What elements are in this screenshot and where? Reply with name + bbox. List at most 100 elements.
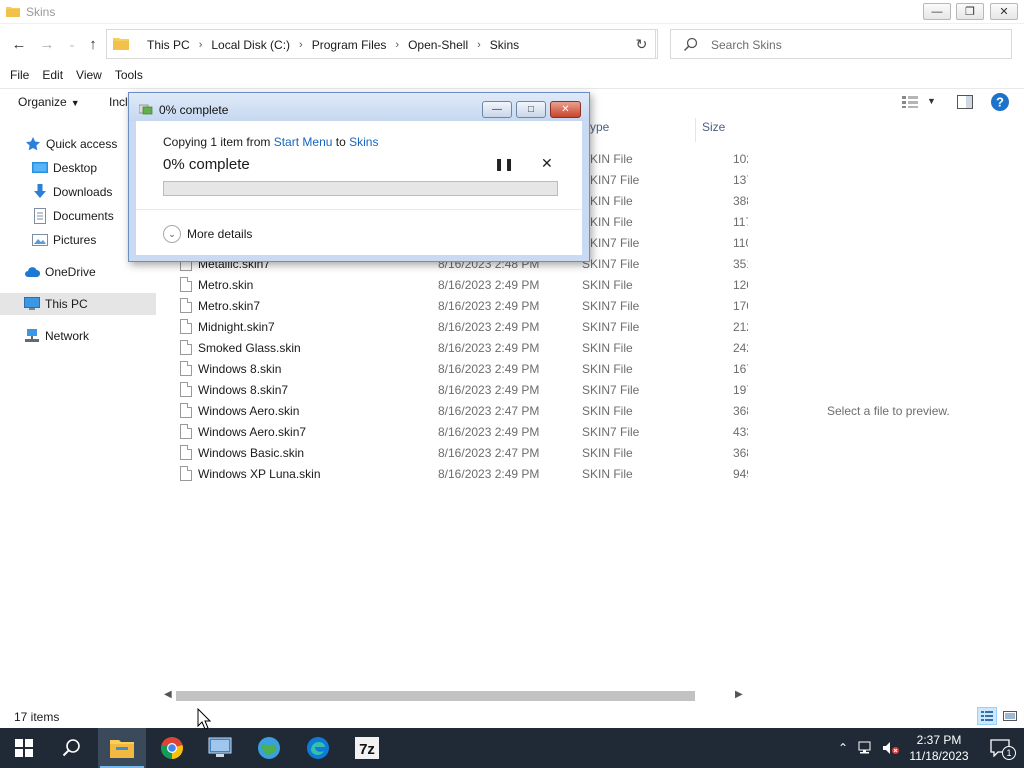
dialog-title: 0% complete	[159, 103, 229, 117]
taskbar-remote-desktop[interactable]	[196, 728, 244, 768]
restore-button[interactable]: ❐	[956, 3, 984, 20]
back-button[interactable]: ←	[9, 34, 29, 54]
table-row[interactable]: Windows 8.skin7 8/16/2023 2:49 PM SKIN7 Fi…	[160, 379, 748, 400]
close-button[interactable]: ✕	[990, 3, 1018, 20]
breadcrumb-local-disk[interactable]: Local Disk (C:)	[211, 38, 290, 52]
table-row[interactable]: Metro.skin7 8/16/2023 2:49 PM SKIN7 File 17…	[160, 295, 748, 316]
file-size: 242	[733, 341, 748, 355]
more-details-label: More details	[187, 227, 253, 241]
volume-muted-icon[interactable]	[882, 741, 900, 755]
menu-view[interactable]: View	[76, 66, 111, 86]
organize-button[interactable]: Organize ▼	[18, 95, 80, 109]
breadcrumb-separator-icon[interactable]: ›	[395, 39, 399, 51]
dialog-minimize-button[interactable]: —	[482, 101, 512, 118]
file-date: 8/16/2023 2:49 PM	[438, 467, 540, 481]
breadcrumb-skins[interactable]: Skins	[490, 38, 519, 52]
file-name: Smoked Glass.skin	[198, 341, 301, 355]
dialog-maximize-button[interactable]: □	[516, 101, 546, 118]
file-size: 388	[733, 194, 748, 208]
column-header-type[interactable]: ype	[590, 120, 609, 140]
folder-icon	[6, 7, 20, 17]
notification-count: 1	[1002, 746, 1016, 760]
file-size: 212	[733, 320, 748, 334]
help-icon[interactable]: ?	[991, 93, 1009, 111]
table-row[interactable]: Midnight.skin7 8/16/2023 2:49 PM SKIN7 Fil…	[160, 316, 748, 337]
network-icon[interactable]	[858, 741, 874, 755]
destination-link[interactable]: Skins	[349, 135, 378, 149]
clock-time: 2:37 PM	[916, 733, 962, 747]
show-hidden-icons-icon[interactable]: ⌃	[838, 741, 848, 755]
search-input[interactable]	[711, 36, 1001, 54]
details-view-button[interactable]	[977, 707, 997, 725]
scroll-left-icon[interactable]: ◀	[164, 689, 172, 700]
nav-this-pc[interactable]: This PC	[0, 293, 156, 315]
scrollbar-thumb[interactable]	[176, 691, 695, 701]
breadcrumb-separator-icon[interactable]: ›	[477, 39, 481, 51]
nav-onedrive[interactable]: OneDrive	[0, 261, 156, 283]
file-icon	[180, 424, 192, 439]
table-row[interactable]: Windows Basic.skin 8/16/2023 2:47 PM SKIN …	[160, 442, 748, 463]
copy-to: to	[335, 135, 346, 149]
more-details-button[interactable]: ⌄ More details	[163, 225, 252, 243]
file-name: Metro.skin	[198, 278, 254, 292]
file-icon	[180, 319, 192, 334]
menu-tools[interactable]: Tools	[115, 66, 152, 86]
file-size: 167	[733, 362, 748, 376]
source-link[interactable]: Start Menu	[274, 135, 333, 149]
up-arrow-icon: ↑	[89, 35, 97, 53]
breadcrumb-separator-icon[interactable]: ›	[199, 39, 203, 51]
breadcrumb-program-files[interactable]: Program Files	[312, 38, 387, 52]
table-row[interactable]: Windows XP Luna.skin 8/16/2023 2:49 PM SKI…	[160, 463, 748, 484]
menu-edit[interactable]: Edit	[42, 66, 72, 86]
star-icon	[26, 137, 40, 151]
view-options-icon[interactable]	[902, 96, 918, 108]
forward-arrow-icon: →	[39, 35, 55, 53]
file-icon	[180, 403, 192, 418]
taskbar-clock[interactable]: 2:37 PM 11/18/2023	[905, 732, 973, 764]
taskbar-app-globe[interactable]	[245, 728, 293, 768]
address-bar[interactable]: This PC › Local Disk (C:) › Program File…	[106, 29, 716, 59]
forward-button[interactable]: →	[37, 34, 57, 54]
taskbar-7zip[interactable]: 7z	[343, 728, 391, 768]
taskbar-search-button[interactable]	[48, 728, 96, 768]
pause-icon[interactable]: ❚❚	[494, 157, 514, 171]
file-type: SKIN7 File	[582, 320, 640, 334]
view-options-dropdown-icon[interactable]: ▼	[927, 96, 936, 106]
cloud-icon	[25, 267, 40, 278]
table-row[interactable]: Windows 8.skin 8/16/2023 2:49 PM SKIN File…	[160, 358, 748, 379]
file-name: Windows XP Luna.skin	[198, 467, 321, 481]
nav-label: Network	[45, 329, 90, 343]
scroll-right-icon[interactable]: ▶	[735, 689, 743, 700]
horizontal-scrollbar[interactable]: ◀ ▶	[160, 688, 748, 704]
taskbar-edge[interactable]	[294, 728, 342, 768]
refresh-button[interactable]: ↻	[628, 29, 656, 59]
breadcrumb-this-pc[interactable]: This PC	[147, 38, 190, 52]
dialog-title-bar[interactable]: 0% complete — □ ✕	[129, 93, 589, 121]
document-icon	[34, 208, 46, 224]
action-center-button[interactable]: 1	[976, 728, 1024, 768]
search-box[interactable]	[670, 29, 1012, 59]
menu-file[interactable]: File	[10, 66, 38, 86]
maximize-icon: □	[527, 104, 535, 115]
nav-network[interactable]: Network	[0, 325, 156, 347]
stop-icon[interactable]: ✕	[541, 155, 553, 172]
taskbar-chrome[interactable]	[148, 728, 196, 768]
column-header-size[interactable]: Size	[702, 120, 725, 140]
table-row[interactable]: Metro.skin 8/16/2023 2:49 PM SKIN File 120	[160, 274, 748, 295]
dialog-close-button[interactable]: ✕	[550, 101, 581, 118]
table-row[interactable]: Windows Aero.skin 8/16/2023 2:47 PM SKIN F…	[160, 400, 748, 421]
file-type: SKIN7 File	[582, 257, 640, 271]
start-button[interactable]	[0, 728, 48, 768]
preview-pane-icon[interactable]	[957, 95, 973, 109]
recent-locations-button[interactable]: ⌄	[62, 34, 82, 54]
up-button[interactable]: ↑	[83, 34, 103, 54]
minimize-button[interactable]: —	[923, 3, 951, 20]
column-divider[interactable]	[695, 118, 696, 142]
include-in-library-button[interactable]: Incl	[109, 95, 128, 109]
breadcrumb-separator-icon[interactable]: ›	[299, 39, 303, 51]
large-icons-view-button[interactable]	[1000, 707, 1020, 725]
breadcrumb-open-shell[interactable]: Open-Shell	[408, 38, 468, 52]
table-row[interactable]: Smoked Glass.skin 8/16/2023 2:49 PM SKIN F…	[160, 337, 748, 358]
table-row[interactable]: Windows Aero.skin7 8/16/2023 2:49 PM SKIN7…	[160, 421, 748, 442]
taskbar-file-explorer[interactable]	[98, 728, 146, 768]
